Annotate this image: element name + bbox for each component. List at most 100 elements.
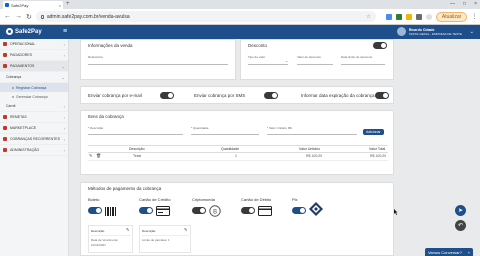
sidebar-item-remetas[interactable]: REMETAS ›: [0, 112, 68, 123]
unit-value-input[interactable]: [267, 134, 357, 135]
menu-kebab-icon[interactable]: ⋮: [471, 13, 477, 20]
items-card: Itens da cobrança * Descrição * Quantida…: [80, 110, 394, 175]
pix-label: Pix: [292, 197, 298, 202]
expiry-toggle[interactable]: [375, 92, 389, 99]
menu-toggle-icon[interactable]: ≡: [63, 28, 67, 35]
barcode-icon: [104, 205, 118, 217]
sidebar-item-cobranca[interactable]: Cobrança ⌄: [0, 72, 68, 83]
extension-icon[interactable]: [385, 13, 392, 20]
new-tab-button[interactable]: +: [66, 1, 70, 7]
crypto-toggle[interactable]: [192, 207, 206, 214]
credit-description-label: Descrição: [142, 229, 156, 233]
brand-logo[interactable]: Safe2Pay: [6, 28, 42, 35]
quantity-label: * Quantidade: [191, 126, 209, 130]
back-arrow-icon[interactable]: ←: [4, 13, 11, 20]
sidebar-item-label: ADMINISTRAÇÃO: [10, 148, 40, 152]
sidebar-item-pagamentos[interactable]: PAGAMENTOS ⌄: [0, 61, 68, 72]
sidebar: OPERACIONAL › PAGADORES › PAGAMENTOS ⌄ C…: [0, 39, 69, 256]
discount-date-input[interactable]: [341, 64, 385, 65]
sidebar-item-label: PAGAMENTOS: [10, 64, 35, 68]
chevron-down-icon: ⌄: [285, 58, 289, 63]
chevron-right-icon: ›: [63, 147, 65, 153]
edit-icon[interactable]: ✎: [126, 227, 129, 232]
description-input[interactable]: [88, 134, 183, 135]
sidebar-subitem-label: Gerenciar Cobrança: [16, 94, 48, 99]
sale-info-card: Informações da venda Referência: [80, 39, 236, 80]
divider: [91, 235, 131, 236]
boleto-description-label: Descrição: [91, 229, 105, 233]
sidebar-subitem-gerenciar[interactable]: Gerenciar Cobrança: [0, 92, 68, 101]
discount-date-label: Data limite do desconto: [341, 55, 373, 59]
due-date-value: 10/11/2021: [91, 243, 106, 247]
close-tab-icon[interactable]: ×: [59, 3, 61, 8]
crypto-label: Criptomoeda: [192, 197, 215, 202]
extension-icon[interactable]: [405, 13, 412, 20]
extension-icon[interactable]: [395, 13, 402, 20]
reload-icon[interactable]: ↻: [26, 13, 32, 21]
close-window-icon[interactable]: ×: [474, 1, 477, 7]
chevron-right-icon: ›: [63, 114, 65, 120]
trash-icon[interactable]: 🗑: [96, 153, 101, 158]
chat-widget[interactable]: Vamos Conversar? ˄: [425, 248, 473, 256]
extensions: [385, 13, 432, 20]
boleto-toggle[interactable]: [88, 207, 102, 214]
sidebar-item-label: Cobrança: [6, 75, 22, 79]
discount-type-select[interactable]: [248, 64, 288, 65]
pix-icon: [309, 202, 323, 216]
bitcoin-icon: B: [208, 205, 222, 217]
user-icon: [3, 53, 7, 57]
sidebar-item-recorrentes[interactable]: COBRANÇAS RECORRENTES ›: [0, 134, 68, 145]
undo-icon[interactable]: ↶: [455, 220, 466, 231]
gear-icon: [3, 148, 7, 152]
sidebar-item-marketplace[interactable]: MARKETPLACE ›: [0, 123, 68, 134]
sidebar-item-carne[interactable]: Carnê ›: [0, 101, 68, 112]
edit-icon[interactable]: ✎: [184, 227, 187, 232]
debit-card-icon: [258, 205, 272, 217]
user-company: TESTE GERAL - EMPRESA DE TESTE: [408, 31, 462, 36]
edit-icon[interactable]: ✎: [89, 153, 92, 158]
profile-icon[interactable]: [425, 13, 432, 20]
table-divider: [88, 160, 388, 161]
sidebar-item-administracao[interactable]: ADMINISTRAÇÃO ›: [0, 145, 68, 156]
email-option-label: Enviar cobrança por e-mail: [88, 93, 142, 98]
reference-input[interactable]: [88, 64, 228, 65]
add-item-button[interactable]: Adicionar: [363, 129, 384, 135]
user-menu[interactable]: Ricardo Cidade TESTE GERAL - EMPRESA DE …: [396, 27, 462, 36]
star-icon[interactable]: ☆: [366, 14, 370, 20]
avatar: [396, 27, 406, 36]
chevron-right-icon: ›: [63, 103, 65, 109]
sidebar-item-operacional[interactable]: OPERACIONAL ›: [0, 39, 68, 50]
maximize-icon[interactable]: □: [463, 1, 466, 7]
description-label: * Descrição: [88, 126, 104, 130]
row-quantity: 1: [235, 154, 237, 158]
chevron-up-icon: ˄: [467, 249, 470, 255]
forward-arrow-icon[interactable]: →: [15, 13, 22, 20]
discount-value-input[interactable]: [297, 64, 333, 65]
brand-name: Safe2Pay: [15, 28, 42, 35]
pix-toggle[interactable]: [292, 207, 306, 214]
quantity-input[interactable]: [191, 134, 259, 135]
discount-toggle[interactable]: [373, 42, 387, 49]
url-field[interactable]: admin.safe2pay.com.br/venda-avulsa ☆: [35, 11, 376, 22]
sidebar-item-label: PAGADORES: [10, 53, 32, 57]
sidebar-item-pagadores[interactable]: PAGADORES ›: [0, 50, 68, 61]
discount-value-label: Valor do desconto: [297, 55, 321, 59]
sidebar-item-label: MARKETPLACE: [10, 126, 37, 130]
due-date-label: Data de Vencimento: [91, 238, 119, 242]
column-header: Valor Total: [369, 147, 386, 151]
row-description: Teste: [133, 154, 142, 158]
extension-icon[interactable]: [415, 13, 422, 20]
update-button[interactable]: Atualizar: [435, 11, 468, 22]
section-title: Métodos de pagamento da cobrança: [88, 186, 162, 191]
sidebar-item-label: COBRANÇAS RECORRENTES: [10, 137, 60, 141]
browser-tab[interactable]: Safe2Pay ×: [3, 1, 63, 9]
credit-card-toggle[interactable]: [139, 207, 153, 214]
sidebar-subitem-registrar[interactable]: Registrar Cobrança: [0, 83, 68, 92]
logo-icon: [6, 28, 13, 35]
sms-toggle[interactable]: [264, 92, 278, 99]
send-icon[interactable]: ➤: [455, 205, 466, 216]
debit-card-toggle[interactable]: [241, 207, 255, 214]
minimize-icon[interactable]: —: [450, 1, 455, 7]
email-toggle[interactable]: [160, 92, 174, 99]
chevron-down-icon[interactable]: ⌄: [470, 29, 474, 35]
